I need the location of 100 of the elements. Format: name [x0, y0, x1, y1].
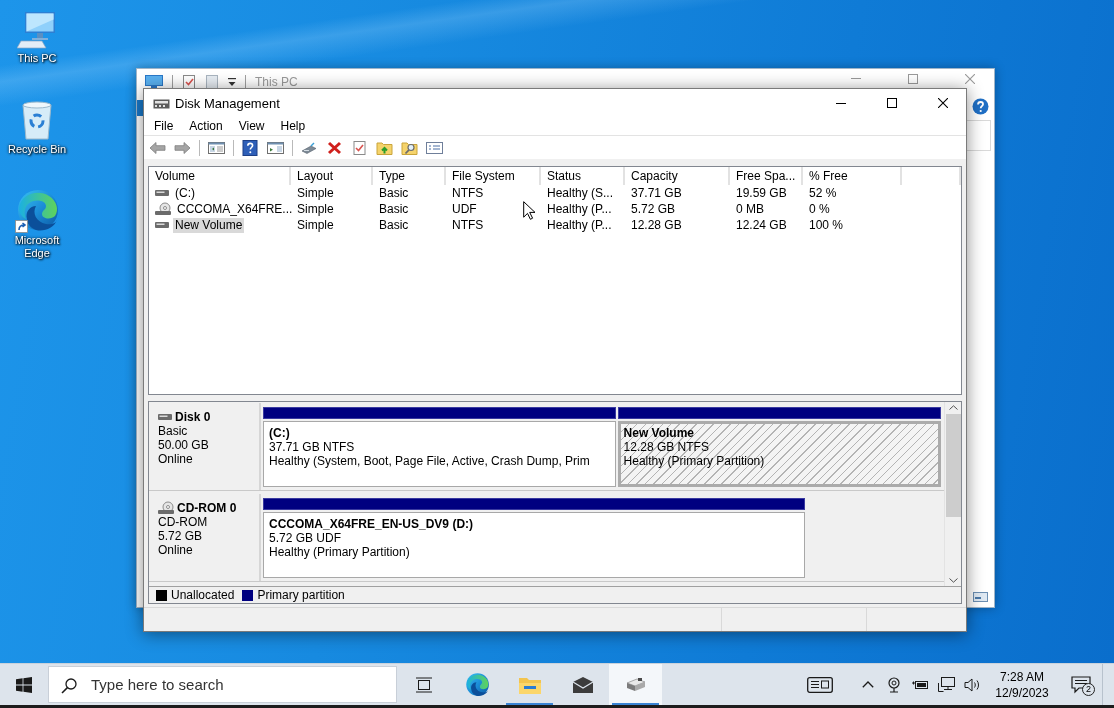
list-icon[interactable] — [426, 139, 443, 156]
table-cell: 0 MB — [736, 201, 764, 217]
computer-icon[interactable] — [17, 9, 57, 49]
envelope-icon — [571, 676, 594, 693]
table-cell: UDF — [452, 201, 477, 217]
table-cell: Simple — [297, 201, 334, 217]
table-cell: Healthy (P... — [547, 201, 612, 217]
help-icon[interactable] — [972, 98, 989, 115]
table-cell: Basic — [379, 201, 409, 217]
search-field[interactable]: Type here to search — [48, 666, 397, 703]
partition-name: (C:) — [269, 426, 291, 440]
taskbar-button[interactable] — [609, 664, 662, 705]
delete-icon[interactable] — [326, 139, 343, 156]
drive-name[interactable]: New Volume — [173, 217, 245, 233]
notification-count: 2 — [1082, 683, 1095, 696]
table-cell: NTFS — [452, 185, 484, 201]
table-cell: 12.24 GB — [736, 217, 787, 233]
mouse-pointer-icon — [523, 201, 536, 220]
table-cell: 19.59 GB — [736, 185, 787, 201]
drive-name[interactable]: (C:) — [173, 185, 197, 201]
menu-item[interactable]: Help — [272, 117, 314, 135]
panel-icon[interactable] — [208, 139, 225, 156]
recycle-bin-icon[interactable] — [19, 99, 55, 141]
partition-status: Healthy (Primary Partition) — [623, 454, 766, 468]
hard-drive-icon — [155, 221, 169, 229]
drive-icon[interactable] — [301, 139, 318, 156]
hard-drive-icon — [155, 189, 169, 197]
task-view-icon — [414, 676, 433, 693]
table-cell: 100 % — [809, 217, 844, 233]
table-cell: Simple — [297, 185, 334, 201]
table-cell: Simple — [297, 217, 334, 233]
network-icon[interactable] — [937, 677, 955, 692]
disk-size: 50.00 GB — [158, 438, 210, 452]
dropdown-caret-icon[interactable] — [228, 76, 236, 87]
checkmark-document-icon[interactable] — [182, 73, 196, 90]
table-cell: Healthy (S... — [547, 185, 614, 201]
disk-status: Online — [158, 543, 194, 557]
partition-block[interactable]: New Volume 12.28 GB NTFS Healthy (Primary Partition) — [617, 421, 941, 487]
chevron-up-icon[interactable] — [862, 681, 874, 688]
disk-type: Basic — [158, 424, 189, 438]
drive-name[interactable]: CCCOMA_X64FRE... — [175, 201, 295, 217]
speaker-icon[interactable] — [963, 677, 981, 692]
camera-icon[interactable] — [887, 676, 901, 693]
windows-logo-icon — [16, 676, 32, 693]
document-icon[interactable] — [205, 73, 219, 90]
maximize-icon — [908, 73, 918, 84]
folder-up-icon[interactable] — [376, 139, 393, 156]
folder-search-icon[interactable] — [401, 139, 418, 156]
maximize-icon — [887, 98, 897, 108]
edge-icon[interactable] — [14, 188, 60, 234]
table-cell: 52 % — [809, 185, 837, 201]
window-title: This PC — [255, 74, 298, 89]
close-icon — [938, 98, 948, 108]
partition-size: 12.28 GB NTFS — [623, 440, 710, 454]
disk-size: 5.72 GB — [158, 529, 204, 543]
scrollbar-thumb[interactable] — [945, 414, 961, 517]
back-arrow-icon[interactable] — [149, 139, 166, 156]
table-cell: 5.72 GB — [631, 201, 676, 217]
panel-icon[interactable] — [267, 139, 284, 156]
table-cell: NTFS — [452, 217, 484, 233]
cd-drive-icon — [155, 202, 171, 216]
partition-name: New Volume — [623, 426, 695, 440]
table-cell: Basic — [379, 185, 409, 201]
menu-item[interactable]: File — [146, 117, 182, 135]
window-title: Disk Management — [175, 95, 280, 111]
minimize-icon — [851, 78, 861, 79]
forward-arrow-icon[interactable] — [174, 139, 191, 156]
disk-name: Disk 0 — [175, 410, 211, 424]
scroll-down-icon — [948, 578, 958, 583]
partition-name: CCCOMA_X64FRE_EN-US_DV9 (D:) — [269, 517, 475, 531]
hard-drive-icon — [158, 413, 172, 421]
cd-drive-icon — [158, 501, 174, 515]
help-icon[interactable] — [242, 139, 259, 156]
table-cell: Healthy (P... — [547, 217, 612, 233]
legend-label: Unallocated — [171, 588, 235, 602]
view-icon[interactable] — [973, 592, 988, 602]
menu-item[interactable]: Action — [181, 117, 231, 135]
news-panel-icon[interactable] — [807, 676, 833, 693]
monitor-icon — [145, 74, 163, 89]
partition-block[interactable]: CCCOMA_X64FRE_EN-US_DV9 (D:) 5.72 GB UDF Healthy (Primary Partition) — [263, 512, 806, 578]
disk-status: Online — [158, 452, 194, 466]
partition-size: 5.72 GB UDF — [269, 531, 343, 545]
table-cell: Basic — [379, 217, 409, 233]
disk-name: CD-ROM 0 — [177, 501, 237, 515]
menu-item[interactable]: View — [230, 117, 273, 135]
disk-type: CD-ROM — [158, 515, 209, 529]
legend-label: Primary partition — [257, 588, 345, 602]
partition-status: Healthy (Primary Partition) — [269, 545, 411, 559]
table-cell: 0 % — [809, 201, 830, 217]
partition-block[interactable]: (C:) 37.71 GB NTFS Healthy (System, Boot, Page File, Active, Crash Dump, Prim — [263, 421, 616, 487]
edge-icon — [463, 671, 490, 698]
notification-icon[interactable] — [1070, 675, 1091, 694]
vertical-scrollbar[interactable] — [944, 402, 961, 586]
hard-drive-icon — [624, 676, 647, 693]
table-cell: 37.71 GB — [631, 185, 682, 201]
table-cell: 12.28 GB — [631, 217, 682, 233]
battery-icon[interactable] — [911, 678, 929, 691]
search-icon — [61, 678, 77, 694]
checklist-icon[interactable] — [351, 139, 368, 156]
clock[interactable]: 7:28 AM 12/9/2023 — [985, 664, 1059, 705]
